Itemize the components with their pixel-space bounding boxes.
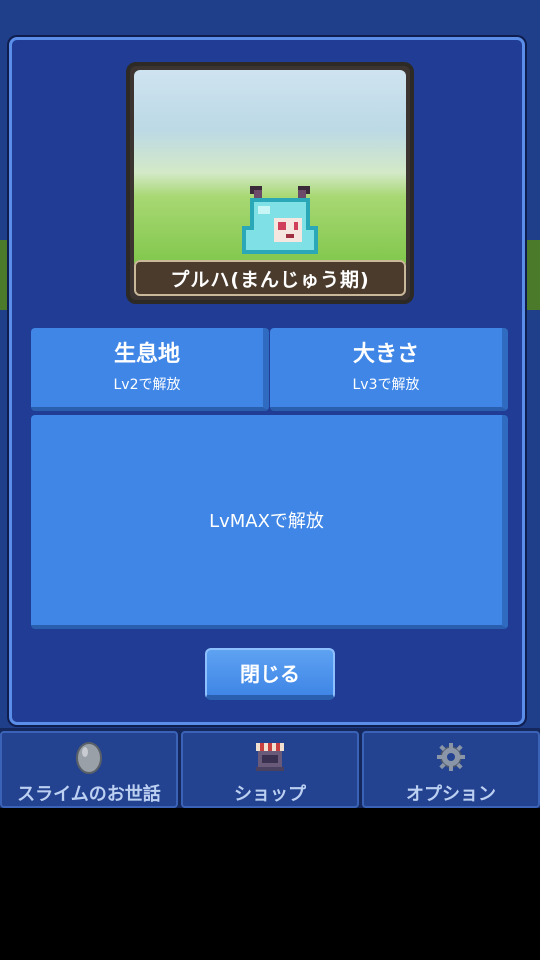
character-name: プルハ(まんじゅう期) <box>134 260 406 296</box>
size-title: 大きさ <box>352 342 419 367</box>
slime-character-icon <box>242 186 318 254</box>
size-unlock-text: Lv3で解放 <box>352 377 420 393</box>
max-level-unlock-text: LvMAXで解放 <box>209 511 324 532</box>
habitat-card: 生息地 Lv2で解放 <box>31 328 269 411</box>
shop-icon <box>253 737 287 776</box>
tab-options-label: オプション <box>406 784 496 805</box>
gear-icon <box>435 737 467 776</box>
tab-slime-care-label: スライムのお世話 <box>17 784 161 805</box>
close-button[interactable]: 閉じる <box>205 648 335 700</box>
size-card: 大きさ Lv3で解放 <box>270 328 508 411</box>
tab-shop[interactable]: ショップ <box>181 731 359 808</box>
meadow-scene <box>134 70 406 268</box>
grass-edge-right <box>526 240 540 310</box>
tab-slime-care[interactable]: スライムのお世話 <box>0 731 178 808</box>
tab-options[interactable]: オプション <box>362 731 540 808</box>
tab-shop-label: ショップ <box>234 784 306 805</box>
character-portrait: プルハ(まんじゅう期) <box>126 62 414 304</box>
habitat-unlock-text: Lv2で解放 <box>113 377 181 393</box>
bottom-tab-bar: スライムのお世話 ショップ オプション <box>0 728 540 808</box>
max-level-card: LvMAXで解放 <box>31 415 508 629</box>
egg-icon <box>74 737 104 776</box>
habitat-title: 生息地 <box>113 342 180 367</box>
